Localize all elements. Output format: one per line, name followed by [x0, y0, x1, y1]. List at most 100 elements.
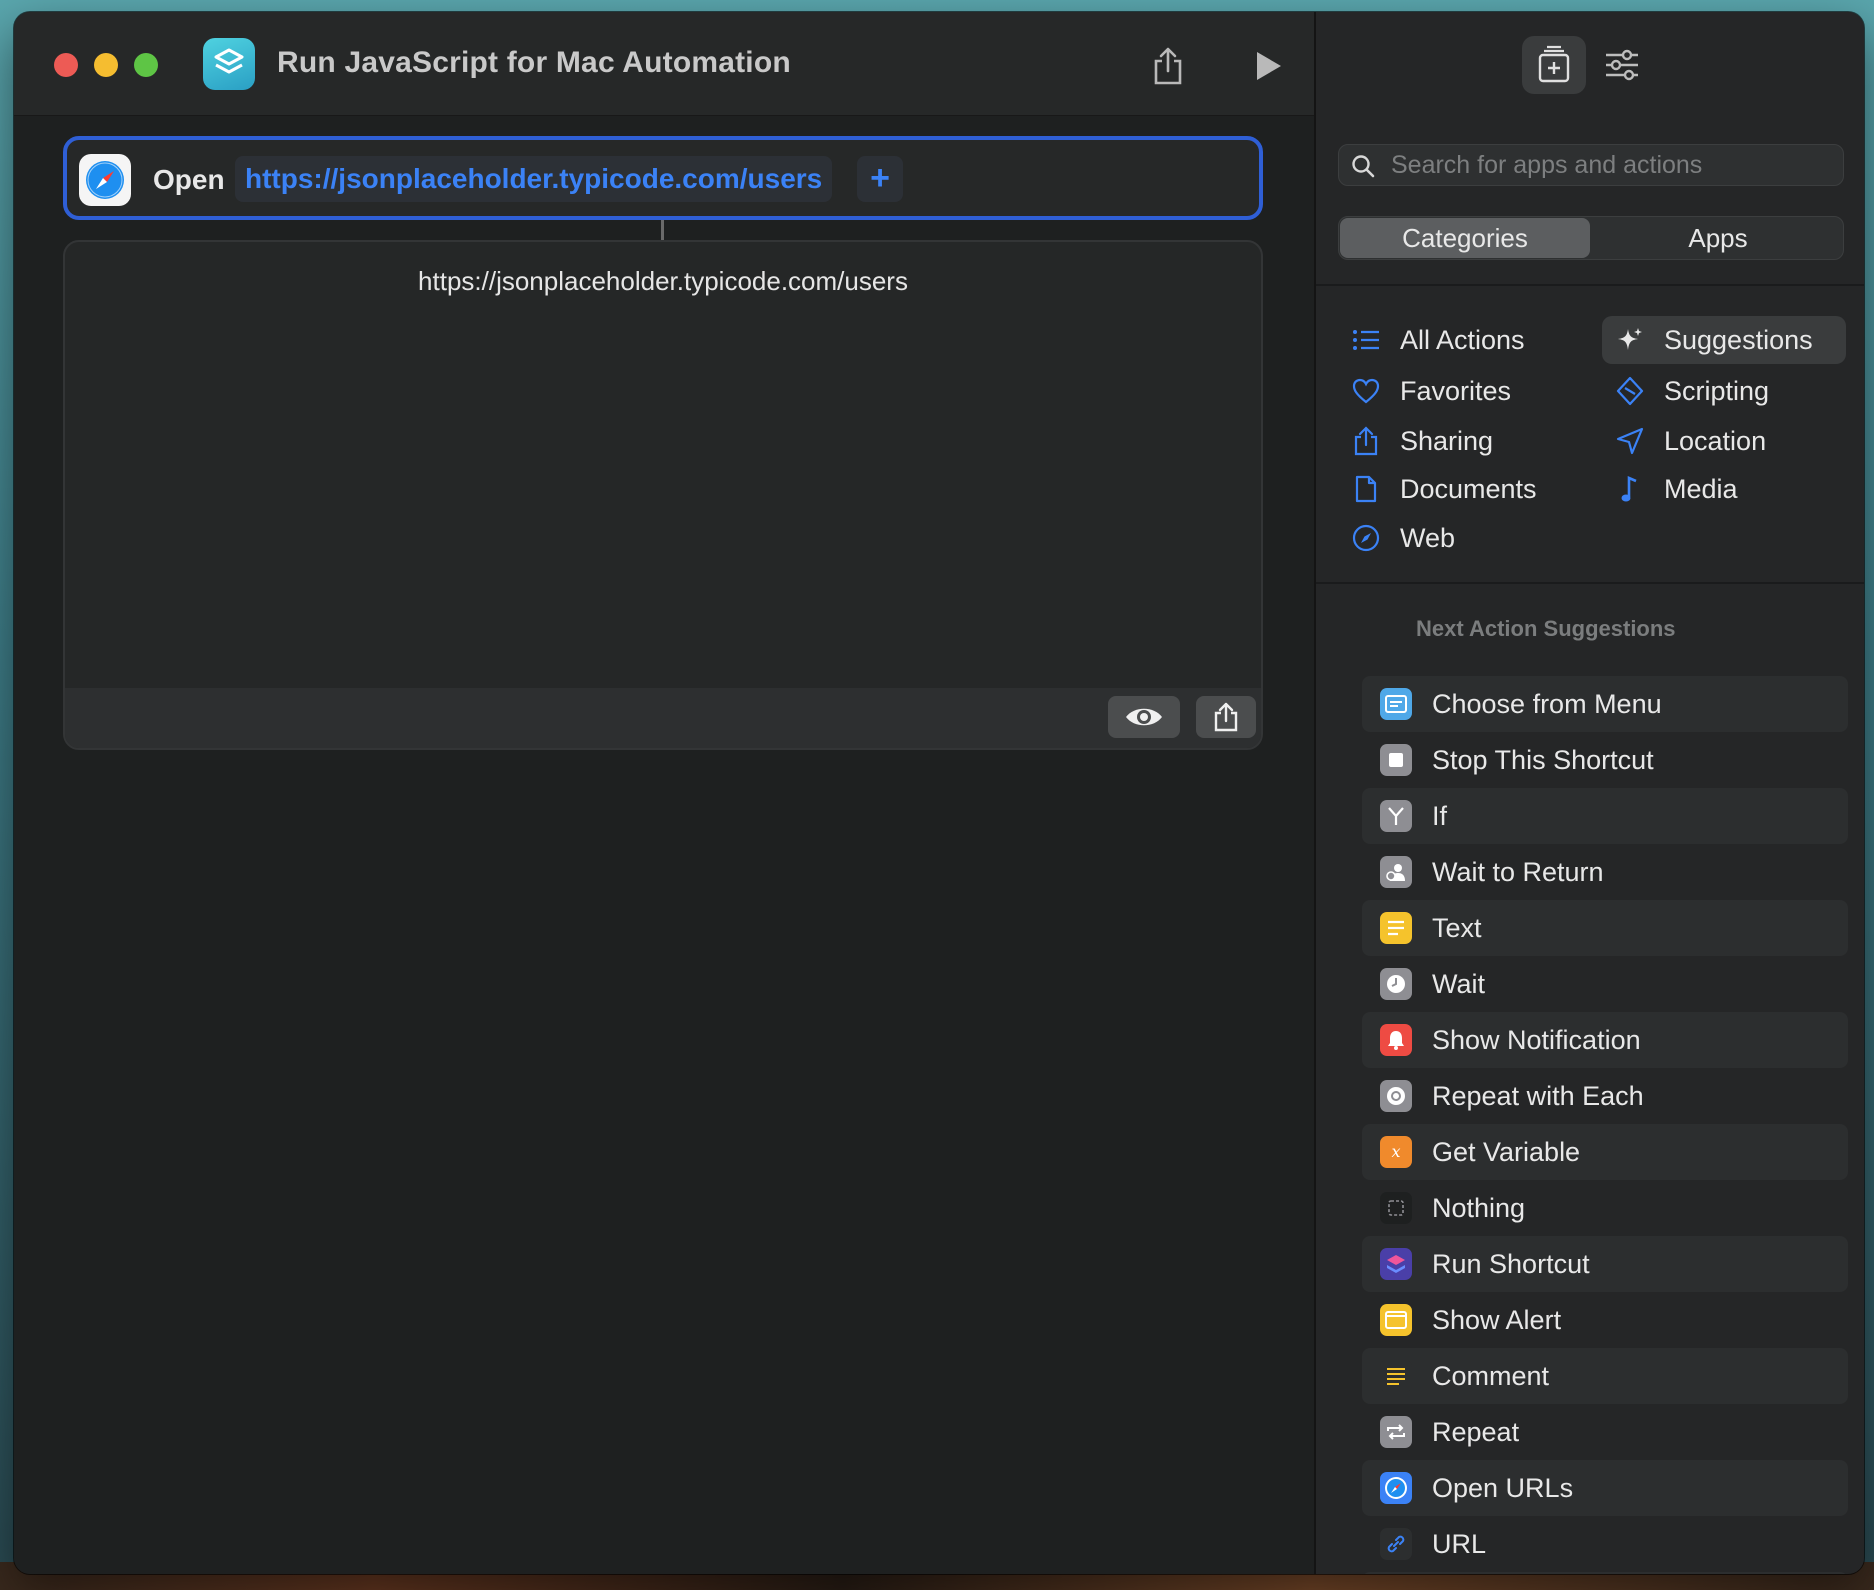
title-bar: Run JavaScript for Mac Automation	[14, 12, 1314, 116]
suggestion-repeat[interactable]: Repeat	[1362, 1404, 1848, 1460]
category-suggestions[interactable]: Suggestions	[1602, 316, 1846, 364]
run-shortcut-button[interactable]	[1248, 46, 1288, 86]
suggestion-label: Repeat with Each	[1432, 1080, 1644, 1111]
output-text[interactable]: https://jsonplaceholder.typicode.com/use…	[65, 266, 1261, 297]
eye-icon	[1126, 708, 1162, 726]
play-icon	[1257, 52, 1281, 80]
window-title[interactable]: Run JavaScript for Mac Automation	[277, 46, 791, 80]
safari-icon	[1380, 1472, 1412, 1504]
action-verb: Open	[153, 164, 225, 195]
repeat-icon	[1380, 1416, 1412, 1448]
suggestion-label: Get Variable	[1432, 1136, 1581, 1167]
category-label: Scripting	[1664, 375, 1770, 406]
suggestion-label: Repeat	[1432, 1416, 1520, 1447]
category-media[interactable]: Media	[1602, 465, 1846, 513]
suggestion-label: Show Notification	[1432, 1024, 1641, 1055]
suggestion-show-notification[interactable]: Show Notification	[1362, 1012, 1848, 1068]
svg-text:x: x	[1391, 1142, 1400, 1161]
category-label: Media	[1664, 473, 1738, 504]
shortcuts-icon	[1380, 1248, 1412, 1280]
suggestion-comment[interactable]: Comment	[1362, 1348, 1848, 1404]
suggestion-label: Text	[1432, 912, 1482, 943]
suggestion-open-urls[interactable]: Open URLs	[1362, 1460, 1848, 1516]
suggestion-show-alert[interactable]: Show Alert	[1362, 1292, 1848, 1348]
sparkle-icon	[1614, 324, 1646, 356]
document-icon	[1350, 473, 1382, 505]
category-favorites[interactable]: Favorites	[1350, 367, 1580, 415]
suggestion-run-shortcut[interactable]: Run Shortcut	[1362, 1236, 1848, 1292]
scripting-icon	[1614, 375, 1646, 407]
clock-icon	[1380, 968, 1412, 1000]
suggestion-get-dictionary-value[interactable]: Get Dictionary Value	[1362, 1572, 1848, 1574]
action-library-sidebar: Categories Apps All Actions Favorites Sh…	[1314, 12, 1864, 1574]
suggestion-label: Wait	[1432, 968, 1485, 999]
category-label: Suggestions	[1664, 324, 1813, 355]
suggestion-label: Run Shortcut	[1432, 1248, 1590, 1279]
output-toolbar	[65, 688, 1261, 748]
category-all-actions[interactable]: All Actions	[1350, 316, 1580, 364]
suggestion-label: Choose from Menu	[1432, 688, 1662, 719]
link-icon	[1380, 1528, 1412, 1560]
shortcuts-window: Run JavaScript for Mac Automation Open h…	[14, 12, 1864, 1574]
compass-icon	[1350, 522, 1382, 554]
add-parameter-button[interactable]: +	[857, 156, 903, 202]
stop-icon	[1380, 744, 1412, 776]
category-web[interactable]: Web	[1350, 514, 1580, 562]
tab-categories[interactable]: Categories	[1340, 218, 1590, 258]
category-location[interactable]: Location	[1602, 417, 1846, 465]
suggestion-repeat-with-each[interactable]: Repeat with Each	[1362, 1068, 1848, 1124]
category-sharing[interactable]: Sharing	[1350, 417, 1580, 465]
zoom-window-button[interactable]	[134, 53, 158, 77]
heart-icon	[1350, 375, 1382, 407]
library-segmented-control: Categories Apps	[1338, 216, 1844, 260]
share-icon	[1350, 425, 1382, 457]
suggestion-label: Comment	[1432, 1360, 1550, 1391]
category-documents[interactable]: Documents	[1350, 465, 1580, 513]
text-icon	[1380, 912, 1412, 944]
suggestion-if[interactable]: If	[1362, 788, 1848, 844]
open-url-action[interactable]: Open https://jsonplaceholder.typicode.co…	[63, 136, 1263, 220]
suggestion-nothing[interactable]: Nothing	[1362, 1180, 1848, 1236]
suggestion-text[interactable]: Text	[1362, 900, 1848, 956]
category-scripting[interactable]: Scripting	[1602, 367, 1846, 415]
branch-icon	[1380, 800, 1412, 832]
sliders-icon	[1606, 49, 1638, 81]
list-icon	[1350, 324, 1382, 356]
music-note-icon	[1614, 473, 1646, 505]
url-parameter-token[interactable]: https://jsonplaceholder.typicode.com/use…	[235, 156, 833, 202]
suggestion-wait[interactable]: Wait	[1362, 956, 1848, 1012]
minimize-window-button[interactable]	[94, 53, 118, 77]
suggestion-url[interactable]: URL	[1362, 1516, 1848, 1572]
suggestion-label: Open URLs	[1432, 1472, 1574, 1503]
suggestion-label: Wait to Return	[1432, 856, 1604, 887]
close-window-button[interactable]	[54, 53, 78, 77]
action-search-box[interactable]	[1338, 144, 1844, 186]
category-label: Favorites	[1400, 375, 1512, 406]
tab-apps[interactable]: Apps	[1593, 218, 1843, 258]
category-label: Sharing	[1400, 425, 1494, 456]
action-library-button[interactable]	[1522, 36, 1586, 94]
shortcut-details-button[interactable]	[1590, 36, 1654, 94]
quick-look-button[interactable]	[1108, 696, 1180, 738]
comment-lines-icon	[1380, 1360, 1412, 1392]
suggestion-get-variable[interactable]: x Get Variable	[1362, 1124, 1848, 1180]
suggestion-stop-this-shortcut[interactable]: Stop This Shortcut	[1362, 732, 1848, 788]
share-icon	[1214, 702, 1238, 732]
search-input[interactable]	[1391, 145, 1831, 185]
action-connector	[661, 220, 664, 242]
library-add-icon	[1538, 45, 1570, 83]
suggestion-wait-to-return[interactable]: Wait to Return	[1362, 844, 1848, 900]
variable-icon: x	[1380, 1136, 1412, 1168]
share-icon	[1154, 47, 1182, 85]
divider	[1316, 284, 1864, 286]
shortcut-editor: Run JavaScript for Mac Automation Open h…	[14, 12, 1314, 1574]
suggestions-header: Next Action Suggestions	[1416, 616, 1676, 641]
repeat-each-icon	[1380, 1080, 1412, 1112]
output-share-button[interactable]	[1196, 696, 1256, 738]
menu-icon	[1380, 688, 1412, 720]
notification-bell-icon	[1380, 1024, 1412, 1056]
shortcut-icon[interactable]	[203, 38, 255, 90]
suggestion-choose-from-menu[interactable]: Choose from Menu	[1362, 676, 1848, 732]
suggestion-label: Show Alert	[1432, 1304, 1562, 1335]
share-button[interactable]	[1148, 46, 1188, 86]
